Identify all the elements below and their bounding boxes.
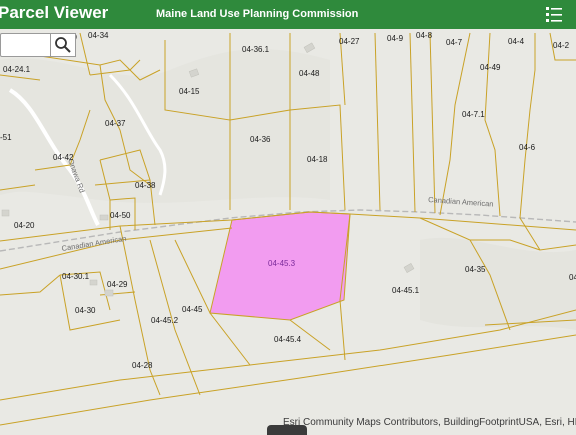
parcel-label: 04-6 — [519, 143, 536, 152]
parcel-label: 04-15 — [179, 87, 200, 96]
parcel-label: 04-35 — [465, 265, 486, 274]
parcel-label: 04-7.1 — [462, 110, 485, 119]
parcel-label: 04-29 — [107, 280, 128, 289]
search-button[interactable] — [50, 33, 76, 57]
parcel-label: 04-7 — [446, 38, 463, 47]
parcel-label: 04-20 — [14, 221, 35, 230]
parcel-label: 04-38 — [135, 181, 156, 190]
parcel-label: 04-50 — [110, 211, 131, 220]
parcel-label: 04-45.2 — [151, 316, 179, 325]
parcel-label: -51 — [0, 133, 12, 142]
parcel-label: 04-4 — [508, 37, 525, 46]
parcel-label: 04-34 — [88, 31, 109, 40]
parcel-label: 04-8 — [416, 31, 433, 40]
parcel-label: 04-49 — [480, 63, 501, 72]
org-title: Maine Land Use Planning Commission — [156, 8, 359, 20]
search-icon — [55, 37, 71, 53]
list-icon — [546, 7, 562, 22]
parcel-label: 04-30 — [75, 306, 96, 315]
search-input[interactable] — [0, 33, 56, 57]
parcel-label: 04-24.1 — [3, 65, 31, 74]
parcel-label: 04-2 — [553, 41, 570, 50]
menu-button[interactable] — [541, 3, 567, 25]
parcel-label: 04-45.1 — [392, 286, 420, 295]
parcel-label: 04-36.1 — [242, 45, 270, 54]
map-attribution: Esri Community Maps Contributors, Buildi… — [283, 417, 576, 428]
parcel-label: 04-45.3 — [268, 259, 296, 268]
parcel-label: 04-9 — [387, 34, 404, 43]
app-title: Parcel Viewer — [0, 3, 109, 22]
app-header: Parcel Viewer Maine Land Use Planning Co… — [0, 0, 576, 29]
parcel-label: 04-30.1 — [62, 272, 90, 281]
parcel-label: 04-42 — [53, 153, 74, 162]
map-canvas[interactable]: Canadian American Canadian American Onaw… — [0, 29, 576, 432]
parcel-label: 04 — [569, 273, 576, 282]
parcel-label: 04-28 — [132, 361, 153, 370]
parcel-label: 04-36 — [250, 135, 271, 144]
parcel-label: 04-48 — [299, 69, 320, 78]
parcel-label: 04-27 — [339, 37, 360, 46]
parcel-label: 04-45.4 — [274, 335, 302, 344]
parcel-label: 04-45 — [182, 305, 203, 314]
parcel-map[interactable]: Canadian American Canadian American Onaw… — [0, 29, 576, 432]
parcel-label: 04-18 — [307, 155, 328, 164]
parcel-label: 04-37 — [105, 119, 126, 128]
